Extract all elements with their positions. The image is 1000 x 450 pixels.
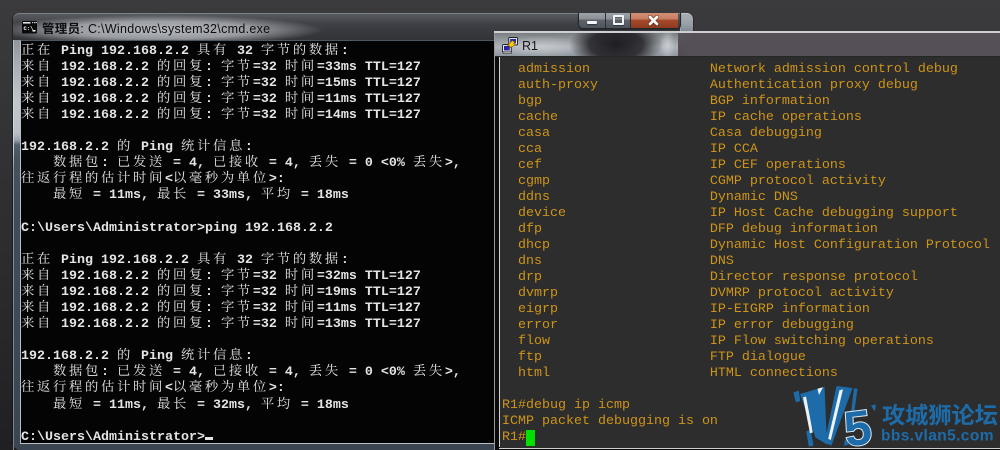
svg-text:攻城狮论坛: 攻城狮论坛 <box>882 397 998 431</box>
svg-text:bbs.vlan5.com: bbs.vlan5.com <box>881 428 994 445</box>
